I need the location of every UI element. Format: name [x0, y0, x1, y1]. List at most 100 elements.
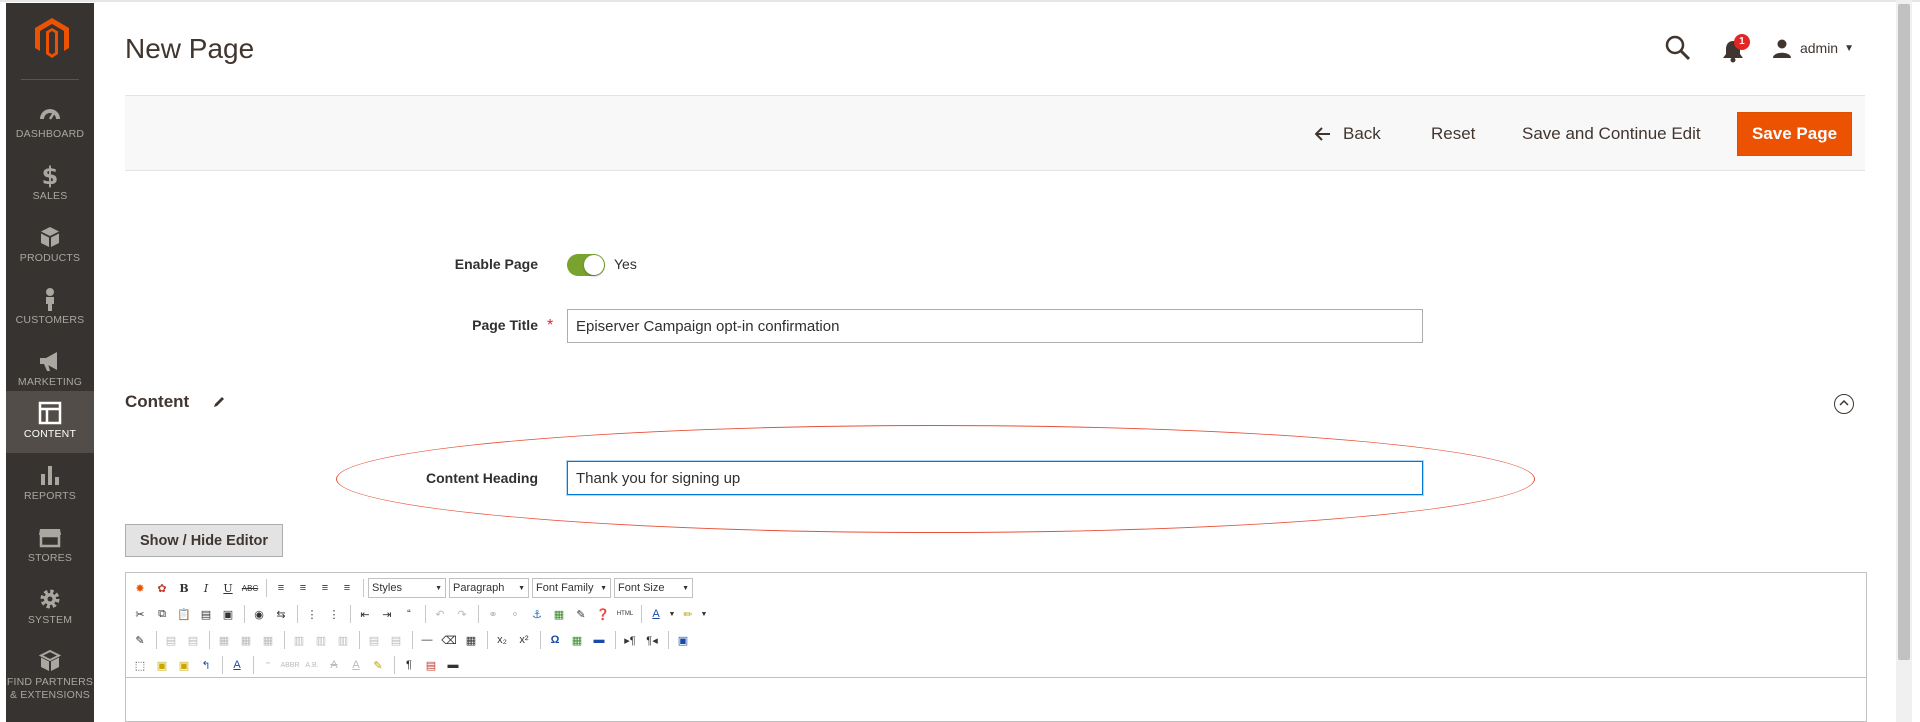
blockquote-icon[interactable]: “	[399, 604, 419, 624]
notifications-button[interactable]: 1	[1722, 34, 1750, 63]
cleanup-icon[interactable]: ✎	[571, 604, 591, 624]
align-justify-icon[interactable]: ≡	[337, 578, 357, 598]
copy-icon[interactable]: ⧉	[152, 604, 172, 624]
insert-table-icon[interactable]: ✎	[130, 630, 150, 650]
show-hide-editor-button[interactable]: Show / Hide Editor	[125, 524, 283, 557]
row-props-icon[interactable]: ▤	[161, 630, 181, 650]
sidebar-item-find-partners[interactable]: FIND PARTNERS & EXTENSIONS	[6, 639, 94, 722]
nonbreaking-icon[interactable]: ▤	[421, 655, 441, 675]
dropdown-arrow-icon[interactable]: ▼	[700, 604, 708, 624]
hr-advanced-icon[interactable]: ▬	[589, 630, 609, 650]
col-before-icon[interactable]: ▥	[289, 630, 309, 650]
align-right-icon[interactable]: ≡	[315, 578, 335, 598]
styleprops-icon[interactable]: A	[227, 655, 247, 675]
split-cells-icon[interactable]: ▤	[364, 630, 384, 650]
del-icon[interactable]: A	[324, 655, 344, 675]
align-center-icon[interactable]: ≡	[293, 578, 313, 598]
font-size-select[interactable]: Font Size ▼	[614, 578, 693, 598]
ins-icon[interactable]: A	[346, 655, 366, 675]
text-color-icon[interactable]: A	[646, 604, 666, 624]
find-icon[interactable]: ◉	[249, 604, 269, 624]
bullet-list-icon[interactable]: ⋮	[302, 604, 322, 624]
sidebar-item-stores[interactable]: STORES	[6, 515, 94, 577]
show-blocks-icon[interactable]: ¶	[399, 655, 419, 675]
paste-text-icon[interactable]: ▤	[196, 604, 216, 624]
numbered-list-icon[interactable]: ⋮	[324, 604, 344, 624]
italic-icon[interactable]: I	[196, 578, 216, 598]
back-button[interactable]: Back	[1315, 96, 1381, 172]
col-after-icon[interactable]: ▥	[311, 630, 331, 650]
cite-icon[interactable]: “”	[258, 655, 278, 675]
cell-props-icon[interactable]: ▤	[183, 630, 203, 650]
indent-icon[interactable]: ⇥	[377, 604, 397, 624]
redo-icon[interactable]: ↷	[452, 604, 472, 624]
row-after-icon[interactable]: ▦	[236, 630, 256, 650]
content-heading-input[interactable]	[567, 461, 1423, 495]
attribs-icon[interactable]: ✎	[368, 655, 388, 675]
link-icon[interactable]: ⚭	[483, 604, 503, 624]
delete-col-icon[interactable]: ▥	[333, 630, 353, 650]
help-icon[interactable]: ❓	[593, 604, 613, 624]
row-before-icon[interactable]: ▦	[214, 630, 234, 650]
undo-icon[interactable]: ↶	[430, 604, 450, 624]
paragraph-select[interactable]: Paragraph ▼	[449, 578, 529, 598]
collapse-section-button[interactable]	[1834, 394, 1854, 414]
special-char-icon[interactable]: Ω	[545, 630, 565, 650]
eraser-icon[interactable]: ⌫	[439, 630, 459, 650]
search-icon[interactable]	[1664, 34, 1692, 62]
replace-icon[interactable]: ⇆	[271, 604, 291, 624]
sidebar-item-dashboard[interactable]: DASHBOARD	[6, 91, 94, 153]
move-forward-icon[interactable]: ↰	[196, 655, 216, 675]
sidebar-item-system[interactable]: SYSTEM	[6, 577, 94, 639]
abbr-icon[interactable]: ABBR	[280, 655, 300, 675]
user-menu[interactable]: admin ▼	[1772, 38, 1854, 58]
superscript-icon[interactable]: x²	[514, 630, 534, 650]
delete-row-icon[interactable]: ▦	[258, 630, 278, 650]
fullscreen-icon[interactable]: ▣	[673, 630, 693, 650]
visual-aid-icon[interactable]: ▦	[461, 630, 481, 650]
dropdown-arrow-icon[interactable]: ▼	[668, 604, 676, 624]
sidebar-item-reports[interactable]: REPORTS	[6, 453, 94, 515]
acronym-icon[interactable]: A.B.	[302, 655, 322, 675]
save-and-continue-button[interactable]: Save and Continue Edit	[1522, 96, 1701, 172]
insert-layer-icon[interactable]: ▣	[152, 655, 172, 675]
font-family-select[interactable]: Font Family ▼	[532, 578, 611, 598]
sidebar-item-content[interactable]: CONTENT	[6, 391, 94, 453]
enable-page-toggle[interactable]	[567, 254, 605, 276]
sidebar-item-customers[interactable]: CUSTOMERS	[6, 277, 94, 339]
save-page-button[interactable]: Save Page	[1737, 112, 1852, 156]
styles-select[interactable]: Styles ▼	[368, 578, 446, 598]
widget-icon[interactable]: ✸	[130, 578, 150, 598]
outdent-icon[interactable]: ⇤	[355, 604, 375, 624]
sidebar-item-sales[interactable]: $ SALES	[6, 153, 94, 215]
page-break-icon[interactable]: ▬	[443, 655, 463, 675]
absolute-icon[interactable]: ▣	[174, 655, 194, 675]
paste-icon[interactable]: 📋	[174, 604, 194, 624]
unlink-icon[interactable]: ⚬	[505, 604, 525, 624]
content-section-title[interactable]: Content	[125, 392, 189, 412]
background-color-icon[interactable]: ✏	[678, 604, 698, 624]
align-left-icon[interactable]: ≡	[271, 578, 291, 598]
vertical-scrollbar-thumb[interactable]	[1898, 4, 1910, 660]
variable-icon[interactable]: ✿	[152, 578, 172, 598]
horizontal-rule-icon[interactable]: —	[417, 630, 437, 650]
sidebar-item-products[interactable]: PRODUCTS	[6, 215, 94, 277]
cut-icon[interactable]: ✂	[130, 604, 150, 624]
image-icon[interactable]: ▦	[549, 604, 569, 624]
paste-word-icon[interactable]: ▣	[218, 604, 238, 624]
merge-cells-icon[interactable]: ▤	[386, 630, 406, 650]
magento-logo-icon[interactable]	[34, 17, 70, 59]
rtl-icon[interactable]: ¶◂	[642, 630, 662, 650]
pencil-icon[interactable]	[212, 395, 226, 409]
select-all-icon[interactable]: ⬚	[130, 655, 150, 675]
subscript-icon[interactable]: x₂	[492, 630, 512, 650]
anchor-icon[interactable]: ⚓	[527, 604, 547, 624]
ltr-icon[interactable]: ▸¶	[620, 630, 640, 650]
media-icon[interactable]: ▦	[567, 630, 587, 650]
bold-icon[interactable]: B	[174, 578, 194, 598]
underline-icon[interactable]: U	[218, 578, 238, 598]
reset-button[interactable]: Reset	[1431, 96, 1475, 172]
html-icon[interactable]: HTML	[615, 604, 635, 624]
strikethrough-icon[interactable]: ABC	[240, 578, 260, 598]
page-title-input[interactable]	[567, 309, 1423, 343]
